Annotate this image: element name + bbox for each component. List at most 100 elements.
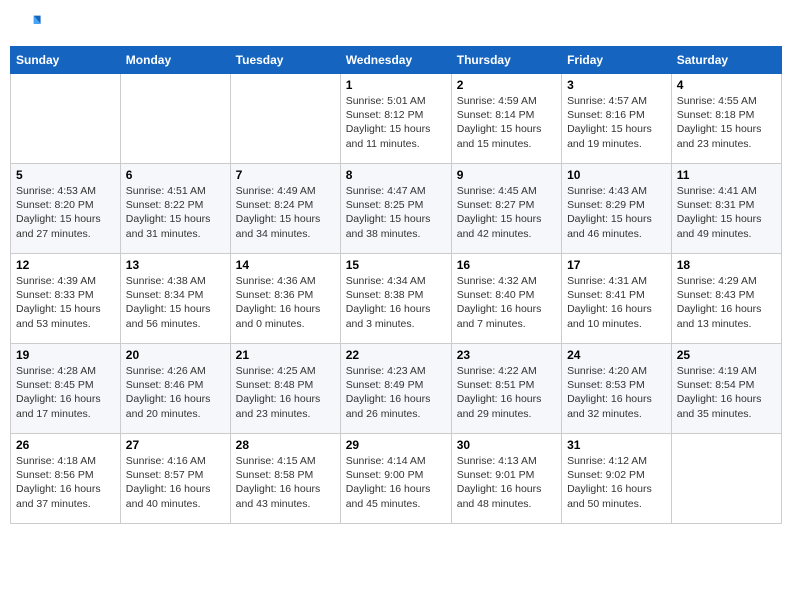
day-number: 8 [346,168,446,182]
calendar-week-5: 26 Sunrise: 4:18 AMSunset: 8:56 PMDayligh… [11,434,782,524]
day-number: 22 [346,348,446,362]
calendar-cell: 18 Sunrise: 4:29 AMSunset: 8:43 PMDayligh… [671,254,781,344]
calendar-cell: 16 Sunrise: 4:32 AMSunset: 8:40 PMDayligh… [451,254,561,344]
day-info: Sunrise: 4:45 AMSunset: 8:27 PMDaylight:… [457,184,556,241]
day-number: 21 [236,348,335,362]
day-info: Sunrise: 4:28 AMSunset: 8:45 PMDaylight:… [16,364,115,421]
weekday-header-friday: Friday [562,47,672,74]
day-info: Sunrise: 4:34 AMSunset: 8:38 PMDaylight:… [346,274,446,331]
weekday-header-sunday: Sunday [11,47,121,74]
day-info: Sunrise: 4:29 AMSunset: 8:43 PMDaylight:… [677,274,776,331]
calendar-cell [11,74,121,164]
calendar-cell [120,74,230,164]
day-number: 10 [567,168,666,182]
day-info: Sunrise: 4:13 AMSunset: 9:01 PMDaylight:… [457,454,556,511]
day-info: Sunrise: 4:22 AMSunset: 8:51 PMDaylight:… [457,364,556,421]
day-info: Sunrise: 4:15 AMSunset: 8:58 PMDaylight:… [236,454,335,511]
weekday-header-saturday: Saturday [671,47,781,74]
day-info: Sunrise: 4:20 AMSunset: 8:53 PMDaylight:… [567,364,666,421]
calendar-cell: 10 Sunrise: 4:43 AMSunset: 8:29 PMDayligh… [562,164,672,254]
day-info: Sunrise: 4:36 AMSunset: 8:36 PMDaylight:… [236,274,335,331]
day-number: 31 [567,438,666,452]
calendar-cell: 30 Sunrise: 4:13 AMSunset: 9:01 PMDayligh… [451,434,561,524]
day-number: 3 [567,78,666,92]
day-info: Sunrise: 4:31 AMSunset: 8:41 PMDaylight:… [567,274,666,331]
day-info: Sunrise: 4:53 AMSunset: 8:20 PMDaylight:… [16,184,115,241]
day-info: Sunrise: 4:23 AMSunset: 8:49 PMDaylight:… [346,364,446,421]
day-number: 29 [346,438,446,452]
calendar-table: SundayMondayTuesdayWednesdayThursdayFrid… [10,46,782,524]
calendar-cell: 7 Sunrise: 4:49 AMSunset: 8:24 PMDaylight… [230,164,340,254]
day-number: 30 [457,438,556,452]
weekday-header-tuesday: Tuesday [230,47,340,74]
calendar-week-3: 12 Sunrise: 4:39 AMSunset: 8:33 PMDayligh… [11,254,782,344]
day-number: 13 [126,258,225,272]
day-info: Sunrise: 4:38 AMSunset: 8:34 PMDaylight:… [126,274,225,331]
calendar-cell: 2Sunrise: 4:59 AMSunset: 8:14 PMDaylight… [451,74,561,164]
calendar-cell: 21 Sunrise: 4:25 AMSunset: 8:48 PMDayligh… [230,344,340,434]
day-number: 7 [236,168,335,182]
day-number: 27 [126,438,225,452]
page-header [10,10,782,38]
day-info: Sunrise: 4:39 AMSunset: 8:33 PMDaylight:… [16,274,115,331]
calendar-cell: 14 Sunrise: 4:36 AMSunset: 8:36 PMDayligh… [230,254,340,344]
day-info: Sunrise: 4:25 AMSunset: 8:48 PMDaylight:… [236,364,335,421]
day-info: Sunrise: 5:01 AMSunset: 8:12 PMDaylight:… [346,94,446,151]
day-number: 20 [126,348,225,362]
day-info: Sunrise: 4:41 AMSunset: 8:31 PMDaylight:… [677,184,776,241]
calendar-cell: 9Sunrise: 4:45 AMSunset: 8:27 PMDaylight… [451,164,561,254]
day-number: 17 [567,258,666,272]
day-info: Sunrise: 4:43 AMSunset: 8:29 PMDaylight:… [567,184,666,241]
calendar-cell [230,74,340,164]
calendar-cell: 13 Sunrise: 4:38 AMSunset: 8:34 PMDayligh… [120,254,230,344]
calendar-cell: 23Sunrise: 4:22 AMSunset: 8:51 PMDayligh… [451,344,561,434]
calendar-cell: 12 Sunrise: 4:39 AMSunset: 8:33 PMDayligh… [11,254,121,344]
calendar-week-2: 5Sunrise: 4:53 AMSunset: 8:20 PMDaylight… [11,164,782,254]
calendar-cell: 4 Sunrise: 4:55 AMSunset: 8:18 PMDaylight… [671,74,781,164]
day-info: Sunrise: 4:26 AMSunset: 8:46 PMDaylight:… [126,364,225,421]
day-info: Sunrise: 4:12 AMSunset: 9:02 PMDaylight:… [567,454,666,511]
logo [14,10,44,38]
day-number: 11 [677,168,776,182]
day-number: 15 [346,258,446,272]
day-number: 12 [16,258,115,272]
day-number: 28 [236,438,335,452]
day-number: 19 [16,348,115,362]
calendar-week-1: 1 Sunrise: 5:01 AMSunset: 8:12 PMDaylight… [11,74,782,164]
calendar-cell: 5Sunrise: 4:53 AMSunset: 8:20 PMDaylight… [11,164,121,254]
day-number: 6 [126,168,225,182]
day-number: 16 [457,258,556,272]
weekday-header-row: SundayMondayTuesdayWednesdayThursdayFrid… [11,47,782,74]
day-info: Sunrise: 4:57 AMSunset: 8:16 PMDaylight:… [567,94,666,151]
day-info: Sunrise: 4:32 AMSunset: 8:40 PMDaylight:… [457,274,556,331]
day-number: 2 [457,78,556,92]
day-number: 18 [677,258,776,272]
day-number: 4 [677,78,776,92]
calendar-cell [671,434,781,524]
calendar-cell: 11 Sunrise: 4:41 AMSunset: 8:31 PMDayligh… [671,164,781,254]
day-info: Sunrise: 4:14 AMSunset: 9:00 PMDaylight:… [346,454,446,511]
calendar-cell: 20 Sunrise: 4:26 AMSunset: 8:46 PMDayligh… [120,344,230,434]
day-info: Sunrise: 4:16 AMSunset: 8:57 PMDaylight:… [126,454,225,511]
day-info: Sunrise: 4:18 AMSunset: 8:56 PMDaylight:… [16,454,115,511]
calendar-cell: 24Sunrise: 4:20 AMSunset: 8:53 PMDayligh… [562,344,672,434]
weekday-header-thursday: Thursday [451,47,561,74]
calendar-cell: 19 Sunrise: 4:28 AMSunset: 8:45 PMDayligh… [11,344,121,434]
calendar-week-4: 19 Sunrise: 4:28 AMSunset: 8:45 PMDayligh… [11,344,782,434]
calendar-cell: 27 Sunrise: 4:16 AMSunset: 8:57 PMDayligh… [120,434,230,524]
day-info: Sunrise: 4:55 AMSunset: 8:18 PMDaylight:… [677,94,776,151]
calendar-cell: 26 Sunrise: 4:18 AMSunset: 8:56 PMDayligh… [11,434,121,524]
weekday-header-monday: Monday [120,47,230,74]
day-number: 26 [16,438,115,452]
day-number: 1 [346,78,446,92]
calendar-cell: 8Sunrise: 4:47 AMSunset: 8:25 PMDaylight… [340,164,451,254]
day-info: Sunrise: 4:51 AMSunset: 8:22 PMDaylight:… [126,184,225,241]
day-info: Sunrise: 4:49 AMSunset: 8:24 PMDaylight:… [236,184,335,241]
calendar-cell: 31 Sunrise: 4:12 AMSunset: 9:02 PMDayligh… [562,434,672,524]
calendar-cell: 1 Sunrise: 5:01 AMSunset: 8:12 PMDaylight… [340,74,451,164]
calendar-cell: 28 Sunrise: 4:15 AMSunset: 8:58 PMDayligh… [230,434,340,524]
day-number: 14 [236,258,335,272]
calendar-cell: 29 Sunrise: 4:14 AMSunset: 9:00 PMDayligh… [340,434,451,524]
day-number: 25 [677,348,776,362]
calendar-cell: 15 Sunrise: 4:34 AMSunset: 8:38 PMDayligh… [340,254,451,344]
